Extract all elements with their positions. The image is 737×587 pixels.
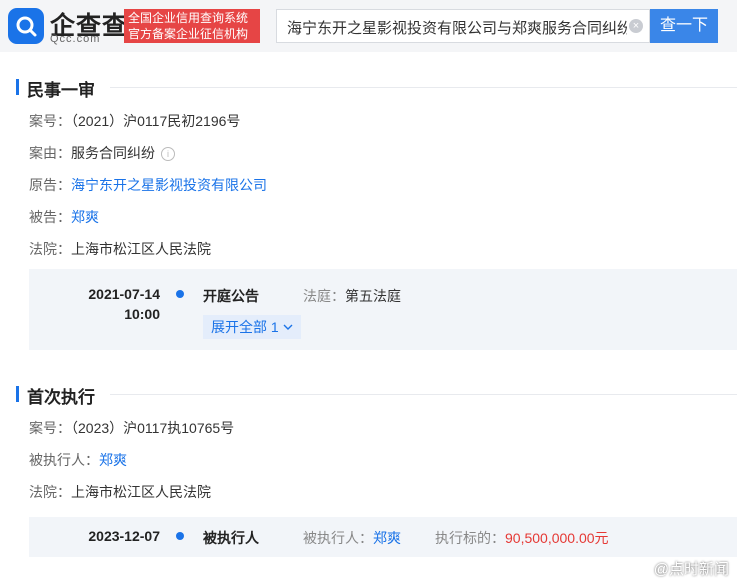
exec-person-link[interactable]: 郑爽: [373, 530, 401, 546]
court-label: 法院：: [29, 241, 71, 257]
defendant-label: 被告：: [29, 209, 71, 225]
cause: 服务合同纠纷: [71, 145, 155, 161]
court-room: 法庭：第五法庭: [303, 286, 401, 306]
expand-all-label: 展开全部 1: [211, 319, 279, 335]
event-time: 10:00: [124, 306, 160, 322]
badge-line1: 全国企业信用查询系统: [128, 11, 249, 25]
exec-amount-value: 90,500,000.00元: [505, 530, 609, 546]
cause-label: 案由：: [29, 145, 71, 161]
executed-person-label: 被执行人：: [29, 452, 99, 468]
search-box: ×: [276, 9, 650, 44]
exec-person-label: 被执行人：: [303, 530, 373, 546]
info-icon[interactable]: i: [161, 147, 175, 161]
case-number: （2021）沪0117民初2196号: [71, 113, 241, 129]
court-row: 法院：上海市松江区人民法院: [29, 239, 211, 259]
timeline-dot-icon: [176, 532, 184, 540]
case-number-label: 案号：: [29, 113, 71, 129]
event-type: 开庭公告: [203, 288, 259, 304]
court-room-value: 第五法庭: [345, 288, 401, 304]
exec-court-label: 法院：: [29, 484, 71, 500]
section-marker: [16, 79, 19, 95]
plaintiff-label: 原告：: [29, 177, 71, 193]
watermark: @点时新闻: [653, 561, 729, 578]
execution-event: 2023-12-07 被执行人 被执行人：郑爽 执行标的：90,500,000.…: [29, 517, 737, 557]
court: 上海市松江区人民法院: [71, 241, 211, 257]
plaintiff-row: 原告：海宁东开之星影视投资有限公司: [29, 175, 267, 195]
exec-person: 被执行人：郑爽: [303, 528, 401, 548]
logo-sub: Qcc.com: [50, 33, 101, 45]
header: 企查查 Qcc.com 全国企业信用查询系统 官方备案企业征信机构 × 查一下: [0, 0, 737, 52]
clear-icon[interactable]: ×: [629, 19, 643, 33]
timeline-dot-icon: [176, 290, 184, 298]
search-input[interactable]: [285, 10, 629, 44]
section-marker: [16, 386, 19, 402]
section-title-execution: 首次执行: [27, 388, 95, 407]
exec-court-row: 法院：上海市松江区人民法院: [29, 482, 211, 502]
cause-row: 案由：服务合同纠纷 i: [29, 143, 175, 163]
exec-event-type: 被执行人: [203, 530, 259, 546]
hearing-event: 2021-07-14 10:00 开庭公告 法庭：第五法庭 展开全部 1: [29, 269, 737, 350]
case-number-row: 案号：（2021）沪0117民初2196号: [29, 111, 240, 131]
executed-person-row: 被执行人：郑爽: [29, 450, 127, 470]
plaintiff-link[interactable]: 海宁东开之星影视投资有限公司: [71, 177, 267, 193]
certification-badge: 全国企业信用查询系统 官方备案企业征信机构: [124, 9, 260, 43]
defendant-row: 被告：郑爽: [29, 207, 99, 227]
event-date: 2021-07-14: [88, 286, 160, 302]
exec-amount: 执行标的：90,500,000.00元: [435, 528, 609, 548]
exec-amount-label: 执行标的：: [435, 530, 505, 546]
qcc-logo-icon[interactable]: [8, 8, 44, 44]
section-divider: [110, 394, 737, 395]
executed-person-link[interactable]: 郑爽: [99, 452, 127, 468]
defendant-link[interactable]: 郑爽: [71, 209, 99, 225]
exec-court: 上海市松江区人民法院: [71, 484, 211, 500]
exec-event-date: 2023-12-07: [88, 528, 160, 544]
chevron-down-icon: [283, 319, 293, 335]
exec-case-number-label: 案号：: [29, 420, 71, 436]
expand-all-button[interactable]: 展开全部 1: [203, 315, 301, 339]
badge-line2: 官方备案企业征信机构: [128, 27, 249, 41]
exec-case-number-row: 案号：（2023）沪0117执10765号: [29, 418, 234, 438]
exec-case-number: （2023）沪0117执10765号: [71, 420, 235, 436]
section-divider: [110, 87, 737, 88]
court-room-label: 法庭：: [303, 288, 345, 304]
section-title-first-trial: 民事一审: [27, 81, 95, 100]
search-button[interactable]: 查一下: [650, 9, 718, 43]
